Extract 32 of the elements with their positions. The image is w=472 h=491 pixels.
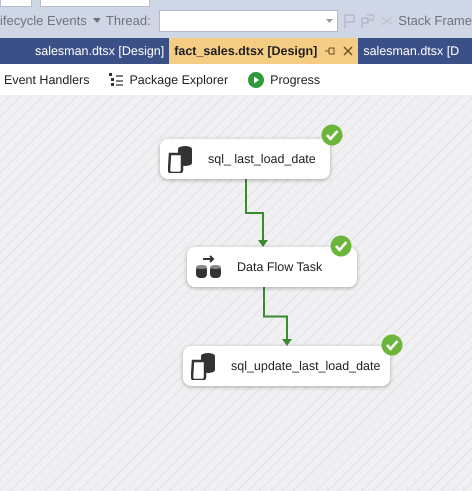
designer-tab[interactable]: Event Handlers xyxy=(4,72,90,86)
designer-tab[interactable]: Package Explorer xyxy=(109,72,228,86)
document-tab[interactable]: salesman.dtsx [Design] xyxy=(30,38,170,64)
flags-icon[interactable] xyxy=(361,14,374,28)
pin-icon[interactable] xyxy=(325,47,336,55)
stack-frame-label: Stack Frame xyxy=(398,13,472,28)
close-icon[interactable] xyxy=(343,46,354,56)
connector-arrow[interactable] xyxy=(263,287,292,346)
designer-tab[interactable]: Progress xyxy=(248,72,320,88)
toolbar-field[interactable] xyxy=(0,0,32,7)
tree-list-icon xyxy=(109,72,124,86)
thread-dropdown[interactable] xyxy=(158,10,338,32)
document-tab[interactable]: fact_sales.dtsx [Design] xyxy=(169,38,358,64)
task-label: sql_update_last_load_date xyxy=(231,359,380,373)
events-label: ifecycle Events xyxy=(0,13,87,28)
database-script-icon xyxy=(191,352,217,380)
caret-icon[interactable] xyxy=(92,18,100,23)
task-node[interactable]: Data Flow Task xyxy=(187,247,357,287)
thread-label: Thread: xyxy=(106,13,151,28)
document-tab[interactable]: salesman.dtsx [D xyxy=(358,38,464,64)
toolbar-field[interactable] xyxy=(40,0,150,7)
flag-icon[interactable] xyxy=(344,14,356,28)
caret-icon xyxy=(326,18,334,22)
data-flow-icon xyxy=(195,255,223,279)
task-node[interactable]: sql_ last_load_date xyxy=(160,139,330,179)
cross-arrows-icon[interactable] xyxy=(380,16,392,26)
connector-arrow[interactable] xyxy=(245,179,268,247)
task-node[interactable]: sql_update_last_load_date xyxy=(183,346,390,386)
database-script-icon xyxy=(168,145,194,173)
play-icon xyxy=(248,72,264,88)
task-label: sql_ last_load_date xyxy=(208,152,316,166)
task-label: Data Flow Task xyxy=(237,260,322,274)
